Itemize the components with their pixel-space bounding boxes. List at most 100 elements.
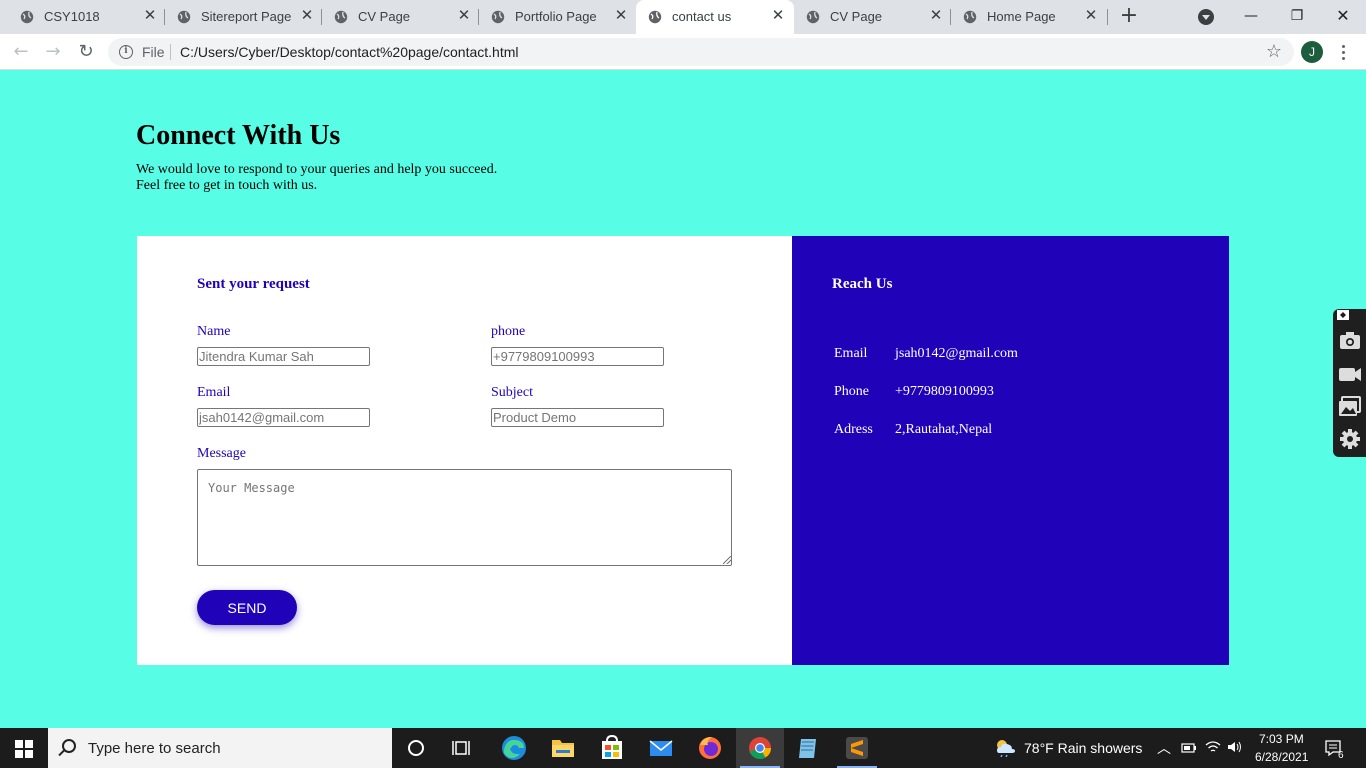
tab-label: Home Page <box>987 9 1056 24</box>
close-icon[interactable]: ✕ <box>927 7 945 25</box>
request-form-panel: Sent your request Name phone Email Subje… <box>137 236 792 665</box>
email-input[interactable] <box>197 408 370 427</box>
send-button[interactable]: SEND <box>197 590 297 625</box>
page-title: Connect With Us <box>136 120 341 151</box>
reach-value: jsah0142@gmail.com <box>895 346 1018 361</box>
notepad-icon[interactable] <box>788 733 828 763</box>
browser-toolbar: ← → ↻ i File C:/Users/Cyber/Desktop/cont… <box>0 34 1366 70</box>
minimize-button[interactable]: — <box>1237 4 1265 28</box>
globe-icon <box>334 10 348 24</box>
clock-date[interactable]: 6/28/2021 <box>1255 750 1308 764</box>
intro-line: We would love to respond to your queries… <box>136 162 498 177</box>
intro-line: Feel free to get in touch with us. <box>136 178 318 193</box>
battery-icon[interactable] <box>1181 742 1197 754</box>
sublime-text-icon[interactable] <box>837 733 877 763</box>
volume-icon[interactable] <box>1227 740 1243 754</box>
tab-label: Sitereport Page <box>201 9 292 24</box>
tab-label: CV Page <box>358 9 411 24</box>
reach-value: +9779809100993 <box>895 384 994 399</box>
address-bar[interactable]: i File C:/Users/Cyber/Desktop/contact%20… <box>108 38 1294 66</box>
notification-count: 6 <box>1338 750 1344 761</box>
close-icon[interactable]: ✕ <box>1082 7 1100 25</box>
scheme-label: File <box>142 44 165 60</box>
address-separator <box>170 44 171 60</box>
gear-icon[interactable] <box>1338 428 1362 450</box>
new-tab-button[interactable]: + <box>1117 5 1141 29</box>
file-explorer-icon[interactable] <box>543 733 583 763</box>
tab-search-icon[interactable] <box>1198 9 1214 25</box>
wifi-icon[interactable] <box>1205 740 1221 754</box>
url-text[interactable]: C:/Users/Cyber/Desktop/contact%20page/co… <box>180 44 519 60</box>
back-arrow-icon[interactable]: ← <box>9 40 33 64</box>
tab-label: contact us <box>672 9 732 24</box>
taskbar-search-box[interactable]: Type here to search <box>48 728 392 768</box>
message-textarea[interactable] <box>197 469 732 566</box>
tab-cv-page[interactable]: CV Page ✕ <box>322 0 479 34</box>
clock-time[interactable]: 7:03 PM <box>1259 732 1304 746</box>
globe-icon <box>806 10 820 24</box>
gallery-icon[interactable] <box>1338 395 1362 417</box>
close-icon[interactable]: ✕ <box>769 7 787 25</box>
reach-key: Email <box>834 346 868 361</box>
chevron-up-icon[interactable]: ︿ <box>1157 738 1171 758</box>
reach-key: Phone <box>834 384 869 399</box>
forward-arrow-icon[interactable]: → <box>41 40 65 64</box>
tab-home-page[interactable]: Home Page ✕ <box>951 0 1108 34</box>
search-placeholder: Type here to search <box>88 740 221 757</box>
reach-key: Adress <box>834 422 873 437</box>
tab-label: Portfolio Page <box>515 9 597 24</box>
mail-icon[interactable] <box>641 733 681 763</box>
tab-cv-page-2[interactable]: CV Page ✕ <box>794 0 951 34</box>
search-icon <box>62 739 76 753</box>
name-input[interactable] <box>197 347 370 366</box>
reload-icon[interactable]: ↻ <box>74 40 98 64</box>
reach-heading: Reach Us <box>832 276 893 292</box>
edge-icon[interactable] <box>494 733 534 763</box>
tab-contact-us[interactable]: contact us ✕ <box>636 0 794 34</box>
profile-avatar[interactable]: J <box>1301 41 1323 63</box>
pin-icon[interactable] <box>1336 309 1350 321</box>
tab-csy1018[interactable]: CSY1018 ✕ <box>8 0 165 34</box>
tab-sitereport-page[interactable]: Sitereport Page ✕ <box>165 0 322 34</box>
phone-input[interactable] <box>491 347 664 366</box>
intro-text: We would love to respond to your queries… <box>136 162 497 194</box>
windows-taskbar: Type here to search 78°F Rain showers ︿ … <box>0 728 1366 768</box>
video-camera-icon[interactable] <box>1338 363 1362 385</box>
close-window-button[interactable]: ✕ <box>1329 4 1357 28</box>
restore-button[interactable]: ❐ <box>1283 4 1311 28</box>
subject-input[interactable] <box>491 408 664 427</box>
close-icon[interactable]: ✕ <box>455 7 473 25</box>
globe-icon <box>963 10 977 24</box>
windows-start-icon[interactable] <box>15 740 33 758</box>
resize-grip-icon[interactable] <box>723 556 731 564</box>
subject-label: Subject <box>491 385 533 400</box>
weather-text[interactable]: 78°F Rain showers <box>1024 740 1142 756</box>
globe-icon <box>20 10 34 24</box>
form-heading: Sent your request <box>197 276 310 292</box>
tab-portfolio-page[interactable]: Portfolio Page ✕ <box>479 0 636 34</box>
tab-label: CSY1018 <box>44 9 100 24</box>
weather-icon[interactable] <box>993 737 1017 757</box>
message-label: Message <box>197 446 246 461</box>
cortana-icon[interactable] <box>396 733 436 763</box>
info-icon[interactable]: i <box>119 45 133 59</box>
task-view-icon[interactable] <box>443 733 483 763</box>
globe-icon <box>491 10 505 24</box>
name-label: Name <box>197 324 231 339</box>
browser-menu-icon[interactable] <box>1338 40 1348 64</box>
camera-icon[interactable] <box>1338 329 1362 351</box>
chrome-icon[interactable] <box>740 733 780 763</box>
globe-icon <box>648 10 662 24</box>
close-icon[interactable]: ✕ <box>612 7 630 25</box>
close-icon[interactable]: ✕ <box>141 7 159 25</box>
close-icon[interactable]: ✕ <box>298 7 316 25</box>
globe-icon <box>177 10 191 24</box>
browser-tab-bar: CSY1018 ✕ Sitereport Page ✕ CV Page ✕ Po… <box>0 0 1366 34</box>
tab-separator <box>1107 9 1108 25</box>
microsoft-store-icon[interactable] <box>592 733 632 763</box>
email-label: Email <box>197 385 231 400</box>
bookmark-star-icon[interactable]: ☆ <box>1266 41 1282 62</box>
firefox-icon[interactable] <box>690 733 730 763</box>
tab-label: CV Page <box>830 9 883 24</box>
reach-us-panel: Reach Us Email jsah0142@gmail.com Phone … <box>792 236 1229 665</box>
